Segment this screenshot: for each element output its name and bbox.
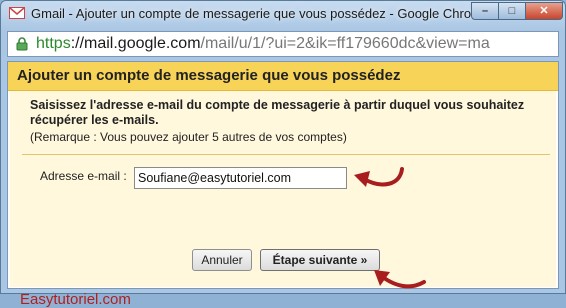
- dialog-title: Ajouter un compte de messagerie que vous…: [17, 67, 401, 84]
- dialog: Ajouter un compte de messagerie que vous…: [7, 61, 559, 308]
- close-button[interactable]: ✕: [525, 2, 563, 20]
- address-bar[interactable]: https://mail.google.com/mail/u/1/?ui=2&i…: [7, 31, 559, 57]
- instruction-text: Saisissez l'adresse e-mail du compte de …: [30, 98, 525, 127]
- url-path: /mail/u/1/?ui=2&ik=ff179660dc&view=ma: [200, 35, 490, 52]
- dialog-header: Ajouter un compte de messagerie que vous…: [8, 62, 558, 91]
- email-field[interactable]: [134, 167, 347, 189]
- browser-window: Gmail - Ajouter un compte de messagerie …: [0, 0, 566, 308]
- separator: [22, 154, 550, 155]
- url-host: ://mail.google.com: [70, 35, 201, 52]
- cancel-button[interactable]: Annuler: [192, 249, 252, 271]
- dialog-body: Saisissez l'adresse e-mail du compte de …: [10, 91, 556, 308]
- url-text: https://mail.google.com/mail/u/1/?ui=2&i…: [36, 35, 490, 53]
- annotation-arrow-icon: [374, 270, 426, 289]
- url-scheme: https: [36, 35, 71, 52]
- remark-text: (Remarque : Vous pouvez ajouter 5 autres…: [30, 130, 347, 144]
- lock-icon: [16, 37, 28, 56]
- email-label: Adresse e-mail :: [40, 169, 127, 183]
- annotation-arrow-icon: [354, 167, 404, 187]
- title-bar[interactable]: Gmail - Ajouter un compte de messagerie …: [1, 1, 565, 29]
- window-title: Gmail - Ajouter un compte de messagerie …: [31, 6, 490, 21]
- next-step-button[interactable]: Étape suivante »: [260, 249, 380, 271]
- gmail-icon: [9, 7, 25, 19]
- maximize-button[interactable]: □: [498, 2, 526, 20]
- minimize-button[interactable]: –: [471, 2, 499, 20]
